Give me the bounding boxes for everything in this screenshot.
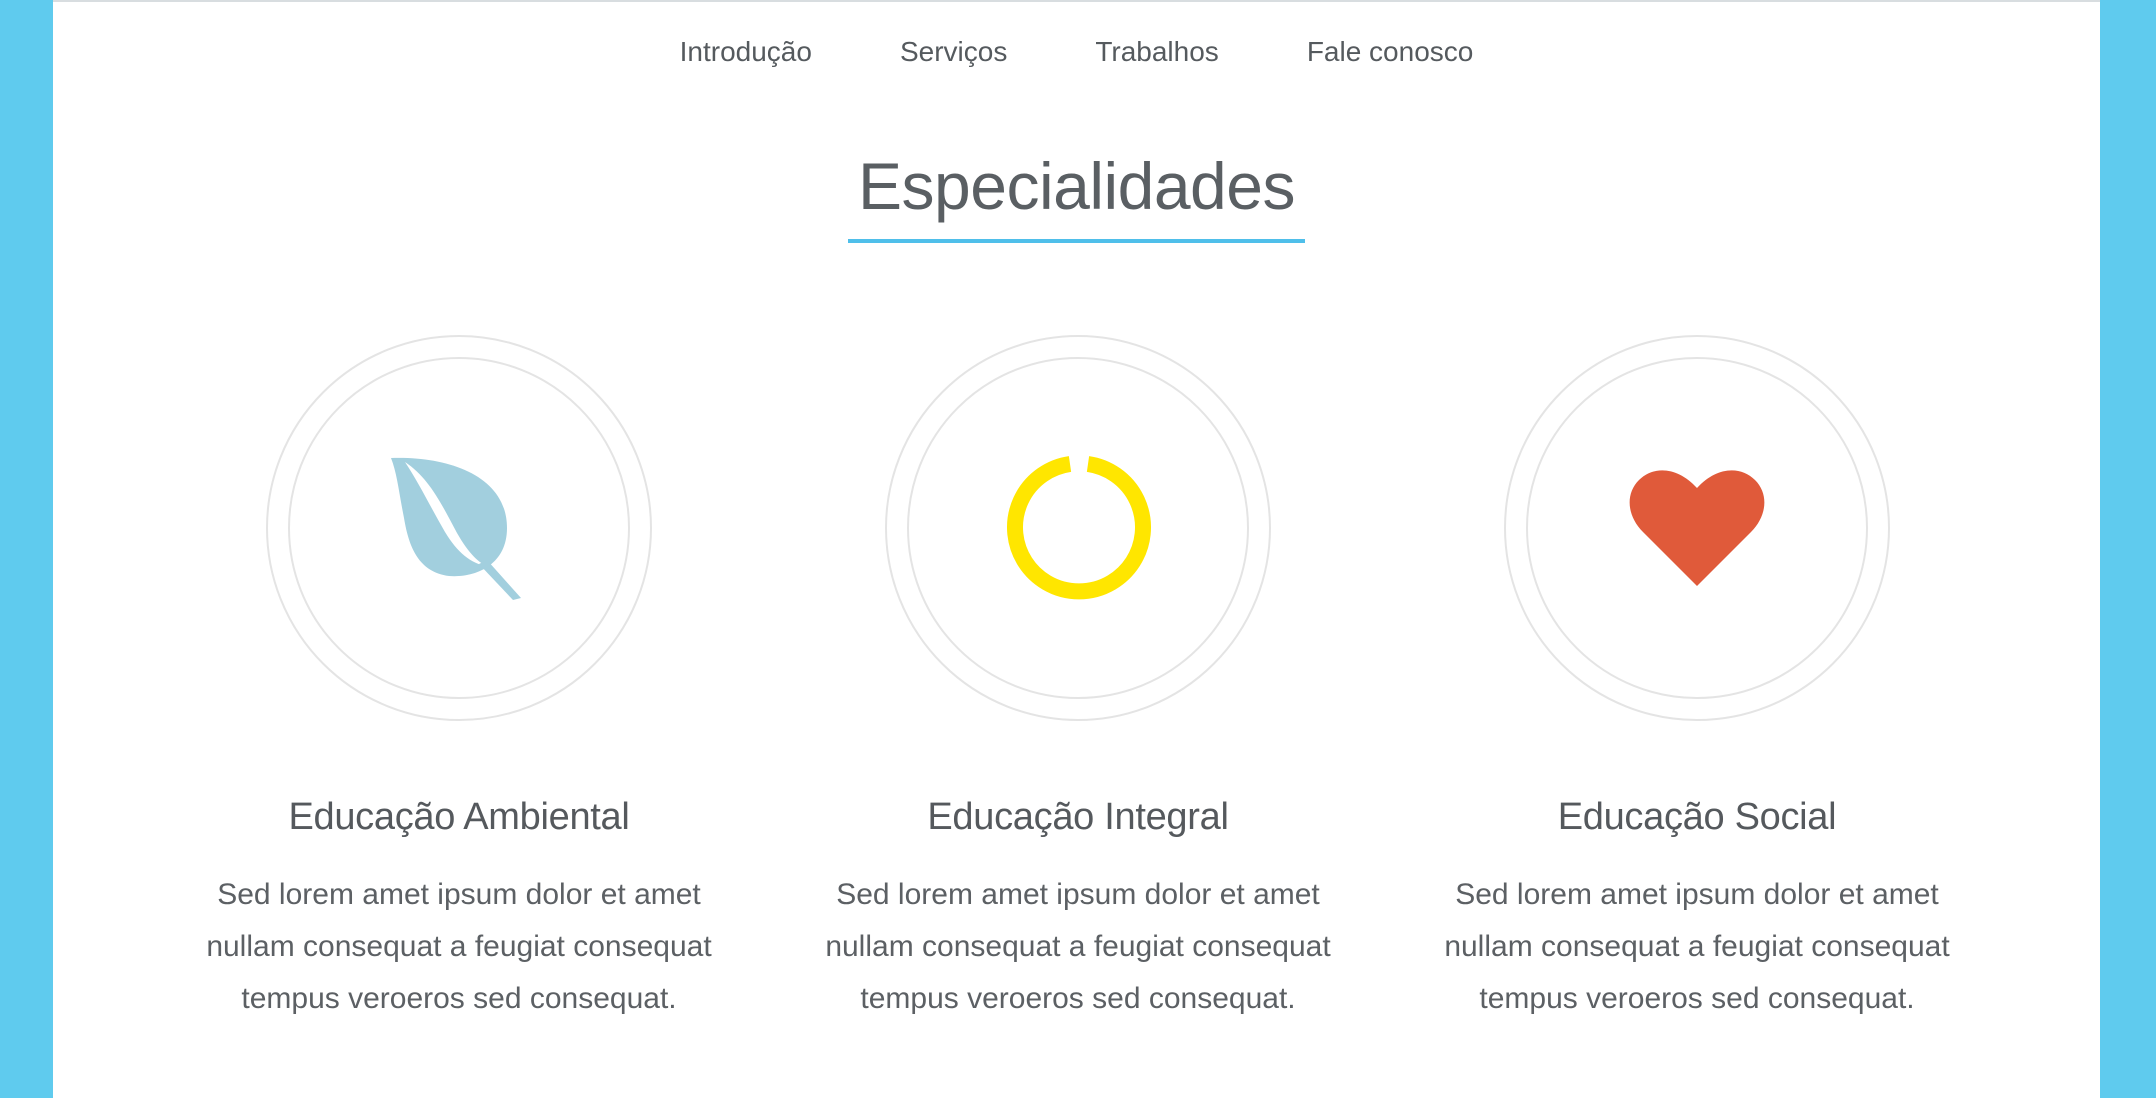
icon-ring-outer bbox=[266, 335, 652, 721]
section-title: Especialidades bbox=[848, 151, 1305, 244]
power-icon bbox=[1007, 456, 1151, 600]
nav-link-introducao[interactable]: Introdução bbox=[680, 36, 812, 68]
nav-link-trabalhos[interactable]: Trabalhos bbox=[1095, 36, 1218, 68]
nav-link-fale-conosco[interactable]: Fale conosco bbox=[1307, 36, 1474, 68]
icon-ring-inner bbox=[1526, 357, 1868, 699]
feature-integral: Educação Integral Sed lorem amet ipsum d… bbox=[798, 335, 1358, 1025]
feature-title: Educação Social bbox=[1557, 796, 1837, 838]
feature-text: Sed lorem amet ipsum dolor et amet nulla… bbox=[206, 878, 712, 1015]
feature-social: Educação Social Sed lorem amet ipsum dol… bbox=[1417, 335, 1977, 1025]
icon-ring-inner bbox=[907, 357, 1249, 699]
icon-ring-inner bbox=[288, 357, 630, 699]
leaf-icon bbox=[391, 457, 521, 600]
feature-ambiental: Educação Ambiental Sed lorem amet ipsum … bbox=[179, 335, 739, 1025]
feature-text: Sed lorem amet ipsum dolor et amet nulla… bbox=[825, 878, 1331, 1015]
icon-ring-outer bbox=[1504, 335, 1890, 721]
feature-text: Sed lorem amet ipsum dolor et amet nulla… bbox=[1444, 878, 1950, 1015]
feature-title: Educação Integral bbox=[927, 796, 1229, 838]
top-nav: Introdução Serviços Trabalhos Fale conos… bbox=[53, 2, 2100, 102]
icon-ring-outer bbox=[885, 335, 1271, 721]
feature-title: Educação Ambiental bbox=[288, 796, 630, 838]
nav-link-servicos[interactable]: Serviços bbox=[900, 36, 1007, 68]
page-container: Introdução Serviços Trabalhos Fale conos… bbox=[53, 0, 2100, 1098]
section-header: Especialidades bbox=[53, 151, 2100, 244]
heart-icon bbox=[1629, 470, 1765, 586]
